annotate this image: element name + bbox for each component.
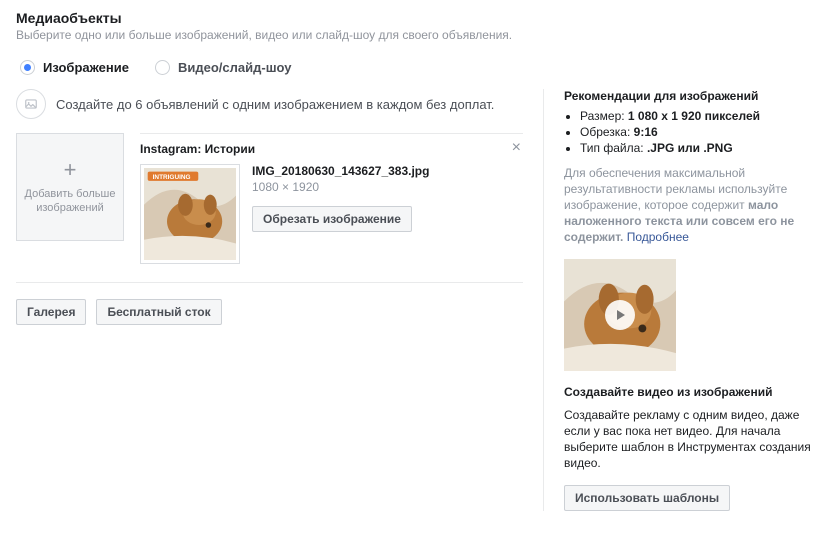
promo-title: Создавайте видео из изображений <box>564 385 814 399</box>
video-preview-thumbnail[interactable] <box>564 259 676 371</box>
promo-description: Создавайте рекламу с одним видео, даже е… <box>564 407 814 471</box>
image-tip-icon <box>16 89 46 119</box>
tab-image[interactable]: Изображение <box>20 60 129 75</box>
radio-icon <box>20 60 35 75</box>
tab-video[interactable]: Видео/слайд-шоу <box>155 60 292 75</box>
rec-type: Тип файла: .JPG или .PNG <box>580 141 814 155</box>
gallery-button[interactable]: Галерея <box>16 299 86 325</box>
add-more-images-button[interactable]: + Добавить больше изображений <box>16 133 124 241</box>
rec-size: Размер: 1 080 x 1 920 пикселей <box>580 109 814 123</box>
media-card-title: Instagram: Истории <box>140 142 523 156</box>
plus-icon: + <box>64 159 77 181</box>
recommendations-title: Рекомендации для изображений <box>564 89 814 103</box>
free-stock-button[interactable]: Бесплатный сток <box>96 299 221 325</box>
media-thumbnail[interactable]: INTRIGUING <box>140 164 240 264</box>
media-filename: IMG_20180630_143627_383.jpg <box>252 164 429 178</box>
page-subtitle: Выберите одно или больше изображений, ви… <box>16 28 814 42</box>
media-dimensions: 1080 × 1920 <box>252 180 429 194</box>
svg-text:INTRIGUING: INTRIGUING <box>153 174 191 181</box>
rec-crop: Обрезка: 9:16 <box>580 125 814 139</box>
tab-video-label: Видео/слайд-шоу <box>178 60 292 75</box>
play-icon <box>605 300 635 330</box>
add-box-line1: Добавить больше <box>25 187 116 201</box>
recommendations-description: Для обеспечения максимальной результатив… <box>564 165 814 245</box>
radio-icon <box>155 60 170 75</box>
tip-text: Создайте до 6 объявлений с одним изображ… <box>56 97 494 112</box>
close-icon[interactable]: × <box>512 140 521 156</box>
crop-image-button[interactable]: Обрезать изображение <box>252 206 412 232</box>
media-card: Instagram: Истории × <box>140 133 523 264</box>
media-type-tabs: Изображение Видео/слайд-шоу <box>16 60 814 75</box>
use-templates-button[interactable]: Использовать шаблоны <box>564 485 730 511</box>
tab-image-label: Изображение <box>43 60 129 75</box>
page-title: Медиаобъекты <box>16 10 814 26</box>
learn-more-link[interactable]: Подробнее <box>627 230 689 244</box>
add-box-line2: изображений <box>36 201 104 215</box>
